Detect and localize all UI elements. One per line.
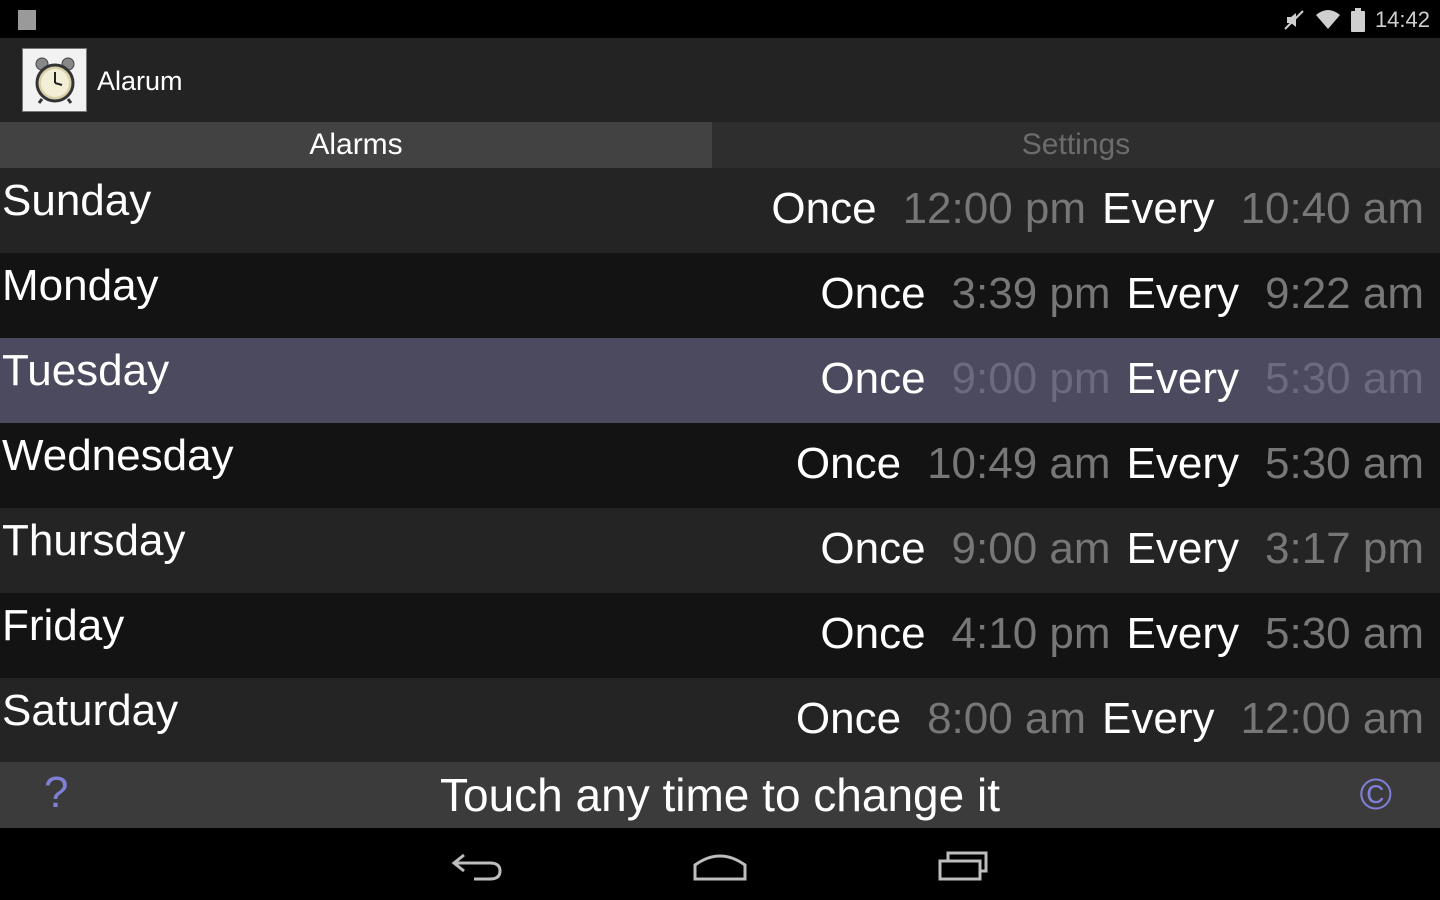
home-icon[interactable] (675, 838, 765, 894)
mute-icon (1283, 9, 1305, 31)
footer-bar: Touch any time to change it ? © (0, 762, 1440, 828)
day-label: Tuesday (2, 346, 170, 395)
once-time[interactable]: 9:00 am (952, 524, 1111, 574)
alarm-row-friday[interactable]: Friday Once 4:10 pm Every 5:30 am (0, 593, 1440, 678)
every-time[interactable]: 9:22 am (1265, 269, 1424, 319)
once-time[interactable]: 3:39 pm (952, 269, 1111, 319)
once-label: Once (820, 609, 926, 658)
once-time[interactable]: 10:49 am (927, 439, 1110, 489)
alarm-row-saturday[interactable]: Saturday Once 8:00 am Every 12:00 am (0, 678, 1440, 763)
every-time[interactable]: 5:30 am (1265, 609, 1424, 659)
once-label: Once (820, 524, 926, 573)
once-time[interactable]: 8:00 am (927, 694, 1086, 744)
every-time[interactable]: 3:17 pm (1265, 524, 1424, 574)
app-title: Alarum (97, 66, 183, 96)
tab-alarms[interactable]: Alarms (0, 122, 712, 168)
alarm-list: Sunday Once 12:00 pm Every 10:40 am Mond… (0, 168, 1440, 763)
alarm-row-sunday[interactable]: Sunday Once 12:00 pm Every 10:40 am (0, 168, 1440, 253)
every-time[interactable]: 12:00 am (1241, 694, 1424, 744)
every-label: Every (1126, 269, 1240, 318)
alarm-row-tuesday[interactable]: Tuesday Once 9:00 pm Every 5:30 am (0, 338, 1440, 423)
every-time[interactable]: 5:30 am (1265, 439, 1424, 489)
every-label: Every (1126, 439, 1240, 488)
battery-icon (1350, 8, 1365, 32)
status-time: 14:42 (1374, 7, 1430, 32)
status-icons: 14:42 (1283, 6, 1430, 34)
once-label: Once (795, 694, 902, 743)
every-label: Every (1102, 694, 1215, 743)
back-icon[interactable] (432, 838, 522, 894)
alarm-row-monday[interactable]: Monday Once 3:39 pm Every 9:22 am (0, 253, 1440, 338)
navigation-bar (0, 828, 1440, 900)
tab-bar: Alarms Settings (0, 122, 1440, 168)
every-time[interactable]: 10:40 am (1241, 184, 1424, 234)
day-label: Saturday (2, 686, 179, 735)
day-label: Monday (2, 261, 159, 310)
status-bar: 14:42 (0, 0, 1440, 38)
copyright-button[interactable]: © (1360, 770, 1392, 820)
day-label: Friday (2, 601, 125, 650)
every-label: Every (1126, 609, 1240, 658)
once-label: Once (820, 269, 926, 318)
once-label: Once (771, 184, 877, 233)
notification-icon (18, 10, 36, 30)
day-label: Sunday (2, 176, 152, 225)
recent-apps-icon[interactable] (918, 838, 1008, 894)
once-time[interactable]: 4:10 pm (952, 609, 1111, 659)
alarm-clock-icon[interactable] (22, 48, 87, 112)
every-label: Every (1126, 524, 1240, 573)
day-label: Wednesday (2, 431, 234, 480)
once-time[interactable]: 9:00 pm (952, 354, 1111, 404)
every-label: Every (1126, 354, 1240, 403)
every-label: Every (1102, 184, 1215, 233)
once-label: Once (820, 354, 926, 403)
alarm-row-thursday[interactable]: Thursday Once 9:00 am Every 3:17 pm (0, 508, 1440, 593)
once-label: Once (795, 439, 902, 488)
every-time[interactable]: 5:30 am (1265, 354, 1424, 404)
action-bar: Alarum (0, 38, 1440, 122)
wifi-icon (1315, 9, 1341, 31)
day-label: Thursday (2, 516, 186, 565)
tab-settings[interactable]: Settings (712, 122, 1440, 168)
hint-text: Touch any time to change it (440, 769, 1000, 821)
once-time[interactable]: 12:00 pm (903, 184, 1086, 234)
alarm-row-wednesday[interactable]: Wednesday Once 10:49 am Every 5:30 am (0, 423, 1440, 508)
help-button[interactable]: ? (44, 768, 68, 818)
